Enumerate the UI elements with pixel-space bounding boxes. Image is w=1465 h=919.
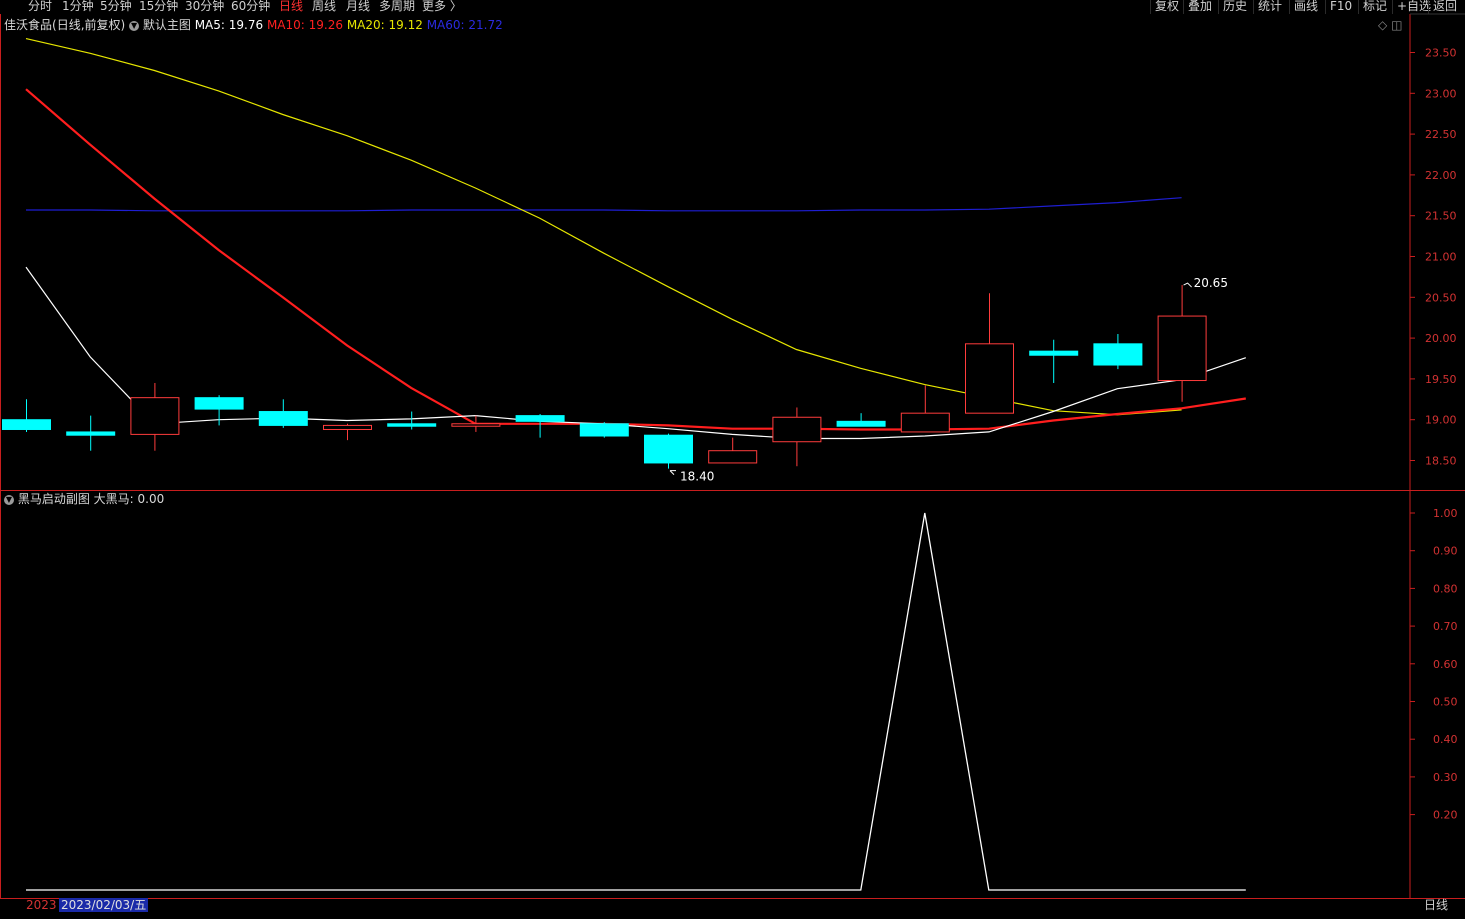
sub-tick-label-2: 0.40 (1433, 733, 1458, 746)
candle-body-6 (387, 423, 437, 427)
candle-body-9 (579, 423, 629, 437)
annotation-arrow-1 (669, 470, 676, 476)
candle-body-5 (323, 424, 372, 430)
candle-body-14 (900, 412, 950, 433)
candle-body-15 (965, 343, 1014, 414)
price-tick-label-9: 23.00 (1425, 87, 1457, 100)
sub-tick-label-5: 0.70 (1433, 620, 1458, 633)
price-tick-label-10: 23.50 (1425, 47, 1457, 60)
period-label[interactable]: 日线 (1424, 898, 1448, 912)
sub-tick-label-6: 0.80 (1433, 582, 1458, 595)
candle-body-3 (194, 397, 244, 410)
cursor-date: 2023/02/03/五 (59, 898, 149, 912)
candle-body-2 (130, 397, 180, 435)
dheima-series-line (26, 512, 1246, 891)
price-tick-label-8: 22.50 (1425, 128, 1457, 141)
annotation-label-0: 20.65 (1194, 276, 1228, 290)
price-tick-label-0: 18.50 (1425, 455, 1457, 468)
sub-tick-label-1: 0.30 (1433, 771, 1458, 784)
sub-tick-label-8: 1.00 (1433, 507, 1458, 520)
sub-tick-label-4: 0.60 (1433, 658, 1458, 671)
price-tick-label-2: 19.50 (1425, 373, 1457, 386)
candle-body-18 (1157, 315, 1207, 382)
ma10-line (25, 88, 1246, 431)
date-prefix: 2023 (26, 898, 57, 912)
candle-body-1 (66, 431, 116, 436)
ma60-line (26, 197, 1182, 212)
price-tick-label-7: 22.00 (1425, 169, 1457, 182)
candle-body-17 (1093, 343, 1143, 366)
annotation-arrow-0 (1183, 282, 1192, 288)
sub-tick-label-3: 0.50 (1433, 696, 1458, 709)
chart-canvas[interactable]: 18.50 19.00 19.50 20.00 20.50 21.00 21.50 22.00… (0, 0, 1465, 919)
candle-body-7 (451, 423, 501, 427)
sub-tick-label-7: 0.90 (1433, 545, 1458, 558)
candle-body-12 (772, 416, 822, 443)
annotation-label-1: 18.40 (680, 470, 714, 484)
price-tick-label-5: 21.00 (1425, 251, 1457, 264)
candle-body-0 (2, 419, 51, 430)
price-tick-label-6: 21.50 (1425, 210, 1457, 223)
candle-body-8 (515, 415, 565, 422)
candle-body-13 (836, 420, 886, 427)
sub-tick-label-0: 0.20 (1433, 809, 1458, 822)
candle-body-10 (644, 434, 693, 464)
candle-body-16 (1029, 350, 1079, 356)
price-tick-label-4: 20.50 (1425, 291, 1457, 304)
candle-body-11 (708, 450, 758, 464)
candle-body-4 (258, 411, 308, 426)
price-tick-label-3: 20.00 (1425, 332, 1457, 345)
price-tick-label-1: 19.00 (1425, 414, 1457, 427)
